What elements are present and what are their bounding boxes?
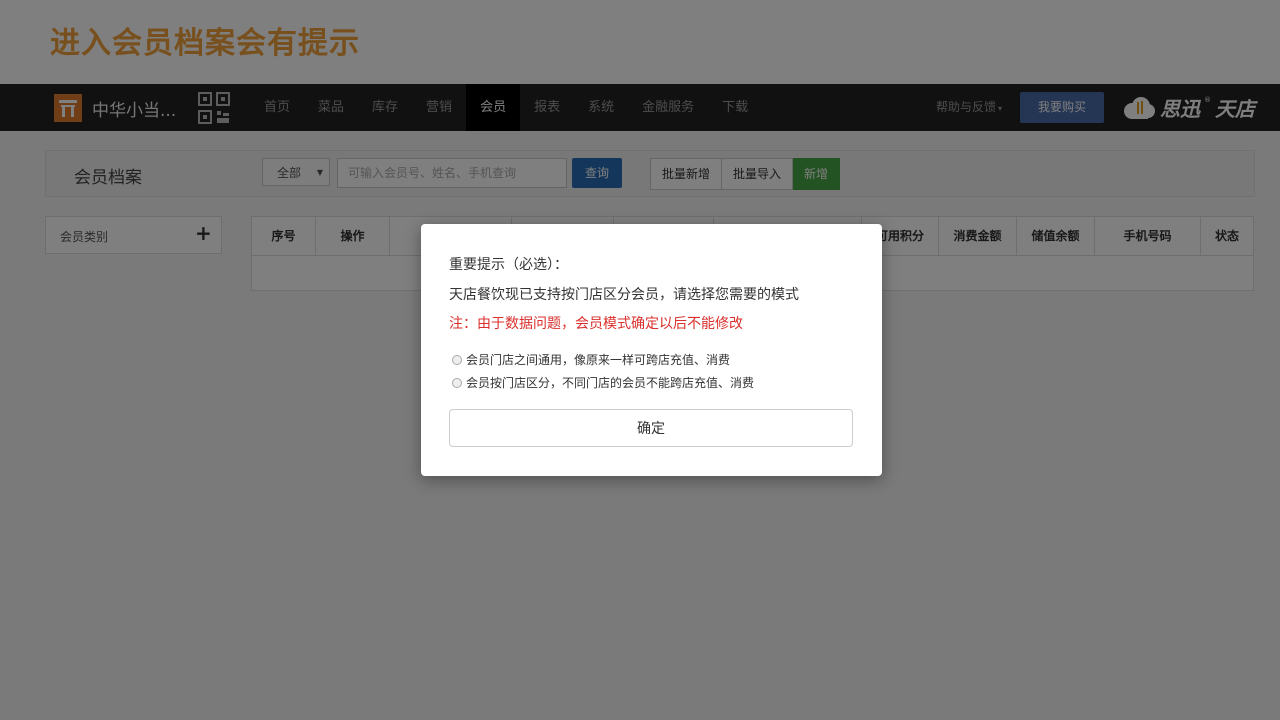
- radio-button[interactable]: [452, 354, 462, 365]
- option-shared-members[interactable]: 会员门店之间通用，像原来一样可跨店充值、消费: [452, 351, 730, 368]
- dialog-heading: 重要提示（必选）：: [449, 257, 568, 273]
- option-label: 会员按门店区分，不同门店的会员不能跨店充值、消费: [466, 376, 755, 390]
- dialog-warning: 注：由于数据问题，会员模式确定以后不能修改: [449, 316, 743, 332]
- option-store-separated-members[interactable]: 会员按门店区分，不同门店的会员不能跨店充值、消费: [452, 374, 754, 391]
- confirm-button[interactable]: 确定: [449, 409, 853, 447]
- option-label: 会员门店之间通用，像原来一样可跨店充值、消费: [466, 353, 731, 367]
- member-mode-dialog: 重要提示（必选）： 天店餐饮现已支持按门店区分会员，请选择您需要的模式 注：由于…: [421, 224, 882, 476]
- radio-button[interactable]: [452, 377, 462, 388]
- dialog-description: 天店餐饮现已支持按门店区分会员，请选择您需要的模式: [449, 287, 799, 303]
